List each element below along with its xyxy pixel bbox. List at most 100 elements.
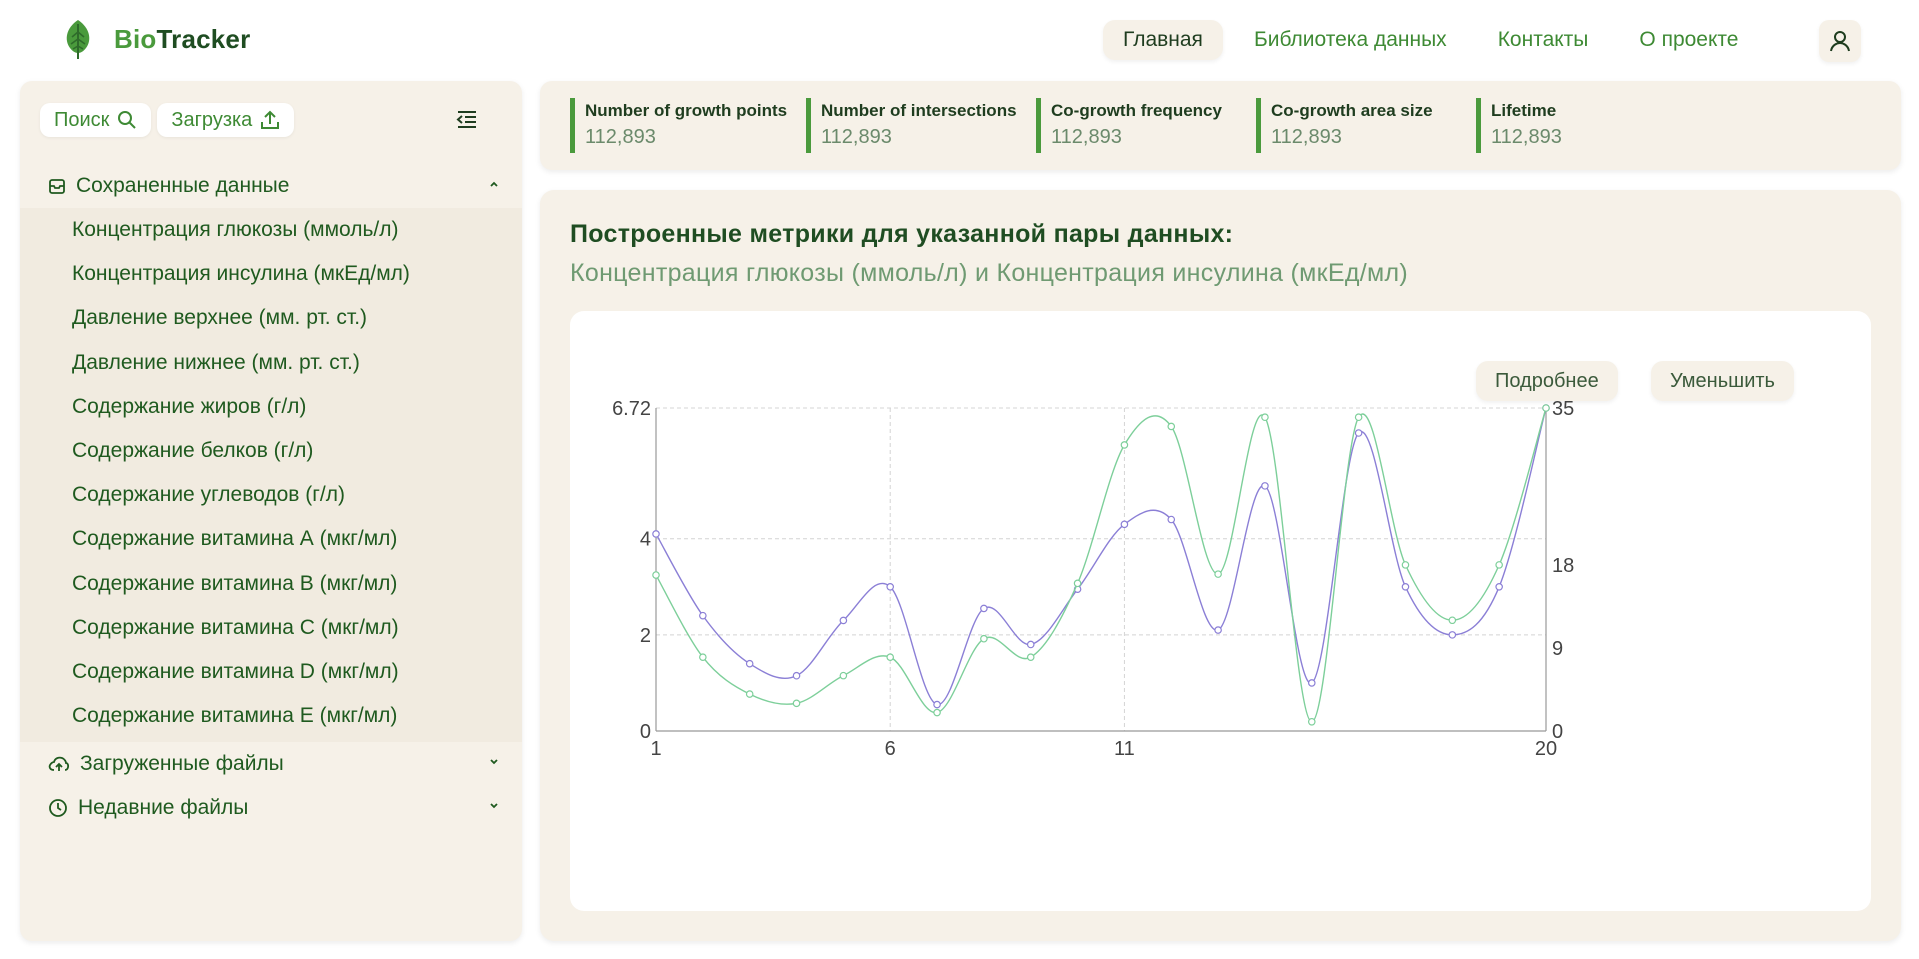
search-button-label: Поиск (54, 108, 110, 131)
data-point-series-1 (1261, 482, 1269, 490)
data-point-series-1 (886, 583, 895, 591)
y-right-tick-label: 9 (1552, 638, 1563, 660)
nav-item-about[interactable]: О проекте (1619, 20, 1758, 60)
data-point-series-2 (652, 571, 660, 579)
data-point-series-2 (1073, 579, 1082, 588)
upload-button-label: Загрузка (171, 108, 253, 131)
stat-growth-points: Number of growth points 112,893 (570, 98, 787, 153)
data-point-series-1 (980, 604, 988, 613)
saved-item-carbs[interactable]: Содержание углеводов (г/л) (20, 473, 522, 517)
stat-intersections: Number of intersections 112,893 (806, 98, 1017, 153)
x-tick-label: 6 (885, 738, 896, 760)
saved-item-vitamin-d[interactable]: Содержание витамина D (мкг/мл) (20, 650, 522, 694)
data-point-series-1 (792, 671, 801, 680)
stat-title: Number of growth points (585, 101, 788, 120)
data-point-series-1 (745, 659, 754, 668)
stat-co-growth-frequency: Co-growth frequency 112,893 (1036, 98, 1222, 153)
data-point-series-2 (1261, 413, 1269, 422)
data-point-series-2 (1120, 441, 1129, 449)
app-logo[interactable]: BioTracker (60, 18, 250, 60)
data-point-series-2 (1495, 561, 1503, 569)
data-point-series-2 (699, 653, 707, 661)
data-point-series-1 (1448, 631, 1457, 639)
saved-item-vitamin-a[interactable]: Содержание витамина А (мкг/мл) (20, 517, 522, 561)
series-line-2 (655, 407, 1547, 723)
data-point-series-2 (839, 671, 848, 680)
saved-item-vitamin-b[interactable]: Содержание витамина В (мкг/мл) (20, 562, 522, 606)
uploaded-files-section-header[interactable]: Загруженные файлы (20, 742, 522, 786)
saved-data-section-header[interactable]: Сохраненные данные (20, 164, 522, 208)
saved-item-pressure-upper[interactable]: Давление верхнее (мм. рт. ст.) (20, 296, 522, 340)
app-header: BioTracker Главная Библиотека данных Кон… (0, 0, 1919, 80)
saved-item-vitamin-e[interactable]: Содержание витамина Е (мкг/мл) (20, 694, 522, 738)
nav-item-data-library[interactable]: Библиотека данных (1234, 20, 1467, 60)
metrics-summary-bar: Number of growth points 112,893 Number o… (540, 81, 1901, 170)
saved-item-vitamin-c[interactable]: Содержание витамина С (мкг/мл) (20, 606, 522, 650)
saved-data-list: Концентрация глюкозы (ммоль/л) Концентра… (20, 208, 522, 742)
data-point-series-2 (1401, 561, 1410, 569)
chevron-down-icon (490, 803, 498, 809)
data-point-series-1 (1401, 583, 1410, 591)
data-point-series-1 (1495, 583, 1503, 591)
recent-files-section-label: Недавние файлы (78, 796, 249, 819)
upload-button[interactable]: Загрузка (157, 103, 295, 137)
data-point-series-2 (792, 699, 801, 708)
main-nav: Главная Библиотека данных Контакты О про… (1103, 20, 1769, 60)
saved-item-insulin[interactable]: Концентрация инсулина (мкЕд/мл) (20, 252, 522, 296)
user-profile-button[interactable] (1819, 20, 1861, 62)
stat-value: 112,893 (1491, 126, 1562, 148)
details-button[interactable]: Подробнее (1476, 361, 1618, 401)
data-point-series-1 (1214, 626, 1222, 634)
data-point-series-1 (933, 700, 941, 709)
search-icon (118, 111, 137, 129)
sidebar: Поиск Загрузка Сохраненные данные Концен… (20, 81, 522, 941)
stat-value: 112,893 (821, 126, 892, 148)
uploaded-files-section-label: Загруженные файлы (80, 752, 284, 775)
data-point-series-1 (652, 530, 660, 538)
nav-item-home[interactable]: Главная (1103, 20, 1223, 60)
saved-item-proteins[interactable]: Содержание белков (г/л) (20, 429, 522, 473)
stat-co-growth-area: Co-growth area size 112,893 (1256, 98, 1433, 153)
search-button[interactable]: Поиск (40, 103, 152, 137)
stat-value: 112,893 (585, 126, 656, 148)
user-icon (1830, 31, 1850, 52)
data-point-series-2 (933, 708, 941, 717)
data-point-series-2 (1354, 413, 1363, 422)
data-point-series-2 (980, 634, 988, 643)
recent-files-section-header[interactable]: Недавние файлы (20, 786, 522, 830)
data-point-series-2 (745, 690, 754, 698)
saved-item-fats[interactable]: Содержание жиров (г/л) (20, 385, 522, 429)
stat-value: 112,893 (1271, 126, 1342, 148)
y-right-tick-label: 0 (1552, 721, 1563, 743)
cloud-upload-icon (48, 756, 70, 771)
data-point-series-1 (839, 616, 848, 625)
chart-card: 1 6 11 20 0 2 4 6.72 0 9 18 35 Подробнее Уменьшить (570, 311, 1871, 911)
y-right-tick-label: 18 (1552, 555, 1574, 577)
shrink-button[interactable]: Уменьшить (1651, 361, 1794, 401)
y-left-tick-label: 2 (640, 625, 651, 647)
data-point-series-2 (1448, 616, 1457, 625)
chevron-down-icon (490, 759, 498, 765)
y-left-tick-label: 6.72 (612, 398, 651, 420)
x-tick-label: 11 (1114, 738, 1135, 760)
data-point-series-1 (1120, 520, 1129, 529)
stat-value: 112,893 (1051, 126, 1122, 148)
y-left-tick-label: 0 (640, 721, 651, 743)
metrics-panel: Построенные метрики для указанной пары д… (540, 190, 1901, 941)
saved-item-glucose[interactable]: Концентрация глюкозы (ммоль/л) (20, 208, 522, 252)
panel-title: Построенные метрики для указанной пары д… (570, 220, 1234, 248)
nav-item-contacts[interactable]: Контакты (1478, 20, 1609, 60)
upload-icon (261, 110, 280, 129)
stat-title: Co-growth frequency (1051, 101, 1222, 120)
stat-lifetime: Lifetime 112,893 (1476, 98, 1562, 153)
app-name: BioTracker (114, 24, 250, 55)
stat-title: Lifetime (1491, 101, 1557, 120)
data-point-series-1 (1354, 429, 1363, 437)
panel-subtitle: Концентрация глюкозы (ммоль/л) и Концент… (570, 259, 1408, 287)
y-right-tick-label: 35 (1552, 398, 1574, 420)
app-name-part2: Tracker (156, 23, 251, 54)
saved-item-pressure-lower[interactable]: Давление нижнее (мм. рт. ст.) (20, 341, 522, 385)
data-point-series-2 (886, 653, 895, 661)
x-tick-label: 1 (650, 738, 661, 760)
collapse-sidebar-button[interactable] (456, 109, 478, 134)
